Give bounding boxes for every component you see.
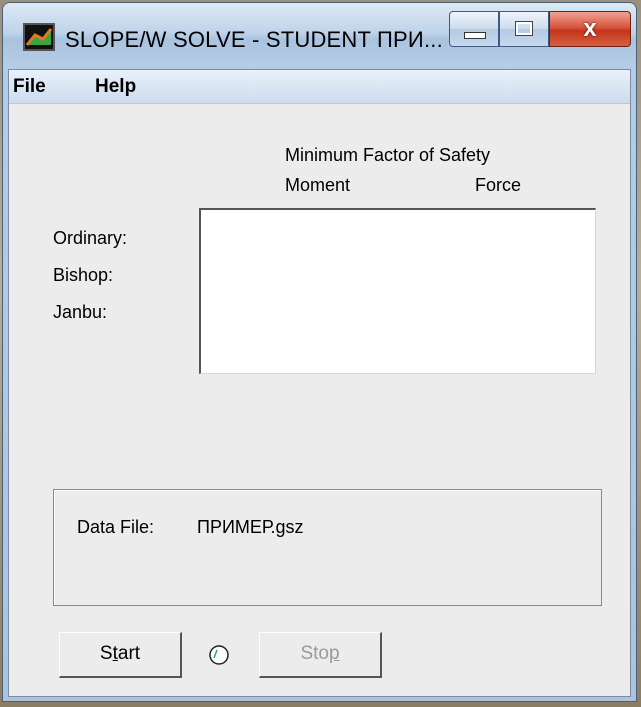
bishop-label: Bishop: — [53, 265, 114, 285]
window-title: SLOPE/W SOLVE - STUDENT ПРИ... — [65, 27, 443, 52]
minimize-icon — [464, 32, 486, 39]
slopew-app-icon[interactable] — [23, 23, 55, 51]
menu-bar: File Help — [9, 70, 630, 104]
maximize-button[interactable] — [499, 11, 549, 47]
solve-window: SLOPE/W SOLVE - STUDENT ПРИ... x File He… — [2, 2, 637, 702]
progress-spinner-icon — [209, 645, 229, 665]
close-button[interactable]: x — [549, 11, 631, 47]
close-icon: x — [583, 15, 597, 42]
minimize-button[interactable] — [449, 11, 499, 47]
menu-help[interactable]: Help — [95, 76, 136, 98]
force-column-header: Force — [475, 175, 522, 195]
stop-button[interactable]: Stop — [259, 632, 382, 678]
maximize-icon — [515, 21, 533, 36]
start-label-pre: S — [99, 643, 113, 664]
min-factor-of-safety-heading: Minimum Factor of Safety — [285, 145, 491, 165]
start-label-post: art — [117, 643, 141, 664]
menu-file[interactable]: File — [13, 76, 46, 98]
stop-label-mnemonic: p — [328, 643, 340, 664]
janbu-label: Janbu: — [53, 302, 108, 322]
start-button[interactable]: Start — [59, 632, 182, 678]
title-bar[interactable]: SLOPE/W SOLVE - STUDENT ПРИ... x — [3, 3, 636, 69]
data-file-value: ПРИМЕР.gsz — [197, 517, 304, 537]
client-area: File Help Minimum Factor of Safety Momen… — [8, 69, 631, 697]
ordinary-label: Ordinary: — [53, 228, 128, 248]
stop-label-pre: Sto — [300, 643, 329, 664]
data-file-group: Data File: ПРИМЕР.gsz — [53, 489, 602, 606]
data-file-label: Data File: — [77, 517, 155, 537]
results-listbox[interactable] — [199, 208, 596, 374]
moment-column-header: Moment — [285, 175, 351, 195]
